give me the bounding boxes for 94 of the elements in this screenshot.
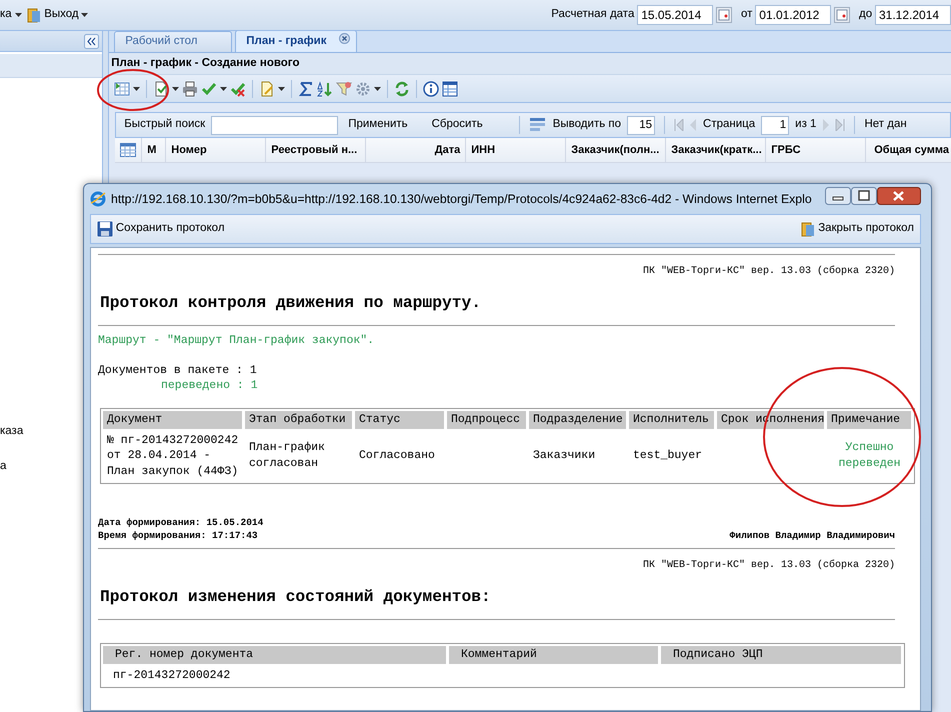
column-header: Исполнитель (629, 411, 715, 429)
caret-icon[interactable] (172, 86, 180, 90)
save-icon[interactable] (97, 221, 113, 237)
generation-date: Дата формирования: 15.05.2014 (98, 516, 264, 530)
door-icon[interactable] (801, 222, 816, 236)
page-size-label: Выводить по (552, 117, 622, 132)
window-title: http://192.168.10.130/?m=b0b5&u=http://192.168.10.130/webtorgi/Temp/Protocols/4c924a62-83c6-4d2 - Windows Internet Explo (111, 190, 812, 208)
grid-icon[interactable] (114, 80, 130, 96)
route-text: Маршрут - "Маршрут План-график закупок". (98, 333, 376, 348)
close-icon[interactable] (877, 187, 921, 205)
column-header[interactable]: Реестровый н... (266, 138, 366, 162)
date-field[interactable]: 31.12.2014 (875, 5, 951, 25)
date-label: Расчетная дата (551, 7, 634, 22)
column-header[interactable]: ИНН (466, 138, 566, 162)
sort-icon[interactable] (317, 80, 334, 96)
calendar-icon[interactable] (834, 7, 850, 23)
document-icon[interactable] (153, 80, 170, 96)
protocol-heading: Протокол изменения состояний документов: (99, 586, 492, 608)
save-button[interactable]: Сохранить протокол (116, 220, 225, 238)
status-text: Нет дан (864, 117, 907, 132)
tab[interactable]: План - график (235, 31, 358, 52)
date-field[interactable]: 15.05.2014 (637, 5, 714, 25)
documents-count: Документов в пакете : 1 (98, 363, 258, 378)
sidebar-item[interactable]: каза (0, 423, 24, 440)
caret-icon[interactable] (220, 86, 228, 90)
caret-icon[interactable] (278, 86, 286, 90)
page-size-field[interactable]: 15 (627, 116, 656, 134)
minimize-icon[interactable] (825, 187, 851, 205)
column-header: Подпроцесс (447, 411, 527, 429)
page-label: Страница (703, 117, 756, 132)
version-text: ПК "WEB-Торги-КС" вер. 13.03 (сборка 2320) (642, 264, 895, 279)
collapse-icon[interactable] (84, 34, 100, 48)
table-cell: Успешно переведен (838, 441, 901, 470)
column-header[interactable]: Номер (166, 138, 266, 162)
page-field[interactable]: 1 (761, 116, 790, 134)
page-size-icon[interactable] (528, 117, 547, 133)
column-header: Подписано ЭЦП (661, 646, 902, 664)
browser-icon (90, 191, 106, 207)
apply-button[interactable]: Применить (348, 116, 408, 134)
column-header[interactable]: Заказчик(кратк... (666, 138, 766, 162)
column-header[interactable]: Дата (366, 138, 466, 162)
calendar-icon[interactable] (716, 7, 732, 23)
reset-button[interactable]: Сбросить (432, 116, 483, 134)
table-icon[interactable] (120, 143, 136, 157)
filter-icon[interactable] (336, 80, 352, 96)
column-header[interactable]: М (142, 138, 166, 162)
close-icon[interactable] (339, 33, 350, 44)
table-cell-text: пг-20143272000242 (112, 668, 230, 682)
caret-icon[interactable] (374, 86, 382, 90)
column-header: Документ (103, 411, 243, 429)
column-header[interactable]: Общая сумма (866, 138, 951, 162)
generation-time: Время формирования: 17:17:43 (98, 529, 259, 542)
moved-count: переведено : 1 (160, 378, 259, 394)
table-cell: № пг-20143272000242 от 28.04.2014 - План закупок (44ФЗ) (107, 434, 238, 478)
date-field[interactable]: 01.01.2012 (755, 5, 832, 25)
caret-icon[interactable] (14, 13, 22, 17)
refresh-icon[interactable] (394, 80, 410, 96)
tab[interactable]: Рабочий стол (114, 31, 232, 52)
column-header: Примечание (827, 411, 912, 429)
annotation-circle (97, 69, 169, 111)
search-label: Быстрый поиск (124, 117, 206, 132)
column-header: Этап обработки (245, 411, 353, 429)
printer-icon[interactable] (182, 80, 198, 96)
table-cell: Согласовано (359, 449, 435, 462)
menu-item[interactable]: ка (0, 6, 12, 24)
menu-item[interactable]: Выход (44, 6, 79, 24)
table-cell: Заказчики (533, 449, 596, 462)
caret-icon[interactable] (133, 86, 140, 90)
info-icon[interactable] (423, 80, 440, 96)
maximize-icon[interactable] (851, 187, 877, 205)
column-header: Рег. номер документа (103, 646, 447, 664)
signer-name: Филипов Владимир Владимирович (730, 529, 895, 542)
column-header: Статус (355, 411, 445, 429)
column-header: Подразделение (529, 411, 627, 429)
column-header[interactable]: ГРБС (766, 138, 866, 162)
panel-title: План - график - Создание нового (111, 56, 300, 71)
version-text: ПК "WEB-Торги-КС" вер. 13.03 (сборка 2320) (642, 558, 895, 573)
door-icon[interactable] (27, 8, 42, 22)
table-cell: План-график согласован (249, 441, 325, 470)
page-total: из 1 (795, 117, 816, 132)
column-header[interactable]: Заказчик(полн... (566, 138, 666, 162)
close-button[interactable]: Закрыть протокол (818, 220, 914, 238)
protocol-heading: Протокол контроля движения по маршруту. (99, 292, 482, 314)
check-cross-icon[interactable] (230, 80, 246, 96)
sigma-icon[interactable] (298, 80, 314, 96)
column-header: Комментарий (449, 646, 659, 664)
table-icon[interactable] (442, 80, 458, 96)
date-label: до (859, 7, 872, 22)
search-field[interactable] (211, 116, 338, 134)
sidebar-item[interactable]: а (0, 458, 6, 476)
caret-icon[interactable] (81, 13, 88, 17)
check-icon[interactable] (201, 80, 218, 96)
table-cell: test_buyer (633, 449, 702, 462)
date-label: от (740, 7, 752, 22)
